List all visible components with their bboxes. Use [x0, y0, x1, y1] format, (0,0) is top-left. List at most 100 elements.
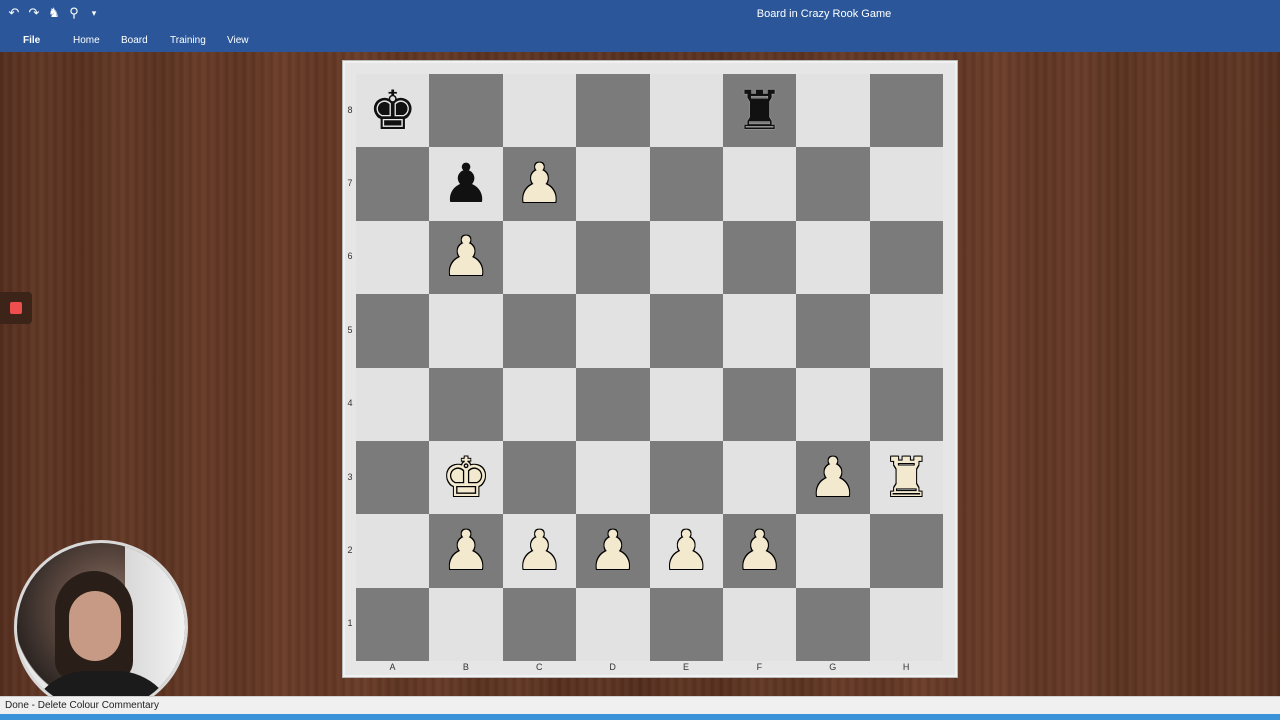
square-f1[interactable] [722, 587, 797, 661]
white-pawn-e2[interactable]: ♟ [662, 523, 710, 578]
square-e4[interactable] [649, 367, 723, 441]
webcam-person-face [69, 591, 121, 661]
square-h8[interactable] [869, 74, 943, 148]
white-pawn-g3[interactable]: ♟ [809, 450, 857, 505]
square-a7[interactable] [356, 147, 430, 221]
square-e8[interactable] [649, 74, 723, 148]
square-c2[interactable]: ♟ [502, 514, 577, 588]
ribbon-tabs: File Home Board Training View [0, 30, 1280, 52]
status-bar: Done - Delete Colour Commentary [0, 696, 1280, 715]
square-d7[interactable] [576, 147, 650, 221]
white-pawn-b6[interactable]: ♟ [442, 230, 490, 284]
tab-view[interactable]: View [227, 35, 249, 46]
square-a5[interactable] [356, 294, 430, 368]
white-king-b3[interactable]: ♚ [442, 450, 490, 505]
square-b5[interactable] [429, 294, 503, 368]
square-f7[interactable] [722, 147, 797, 221]
title-bar: ↶ ↷ ♞ ⚲ ▾ Board in Crazy Rook Game [0, 0, 1280, 30]
square-a3[interactable] [356, 440, 430, 515]
square-h1[interactable] [869, 587, 943, 661]
square-f5[interactable] [722, 294, 797, 368]
square-h5[interactable] [869, 294, 943, 368]
white-pawn-b2[interactable]: ♟ [442, 523, 490, 578]
square-a4[interactable] [356, 367, 430, 441]
square-c3[interactable] [502, 440, 577, 515]
white-rook-h3[interactable]: ♜ [882, 450, 930, 505]
square-g4[interactable] [796, 367, 870, 441]
black-pawn-b7[interactable]: ♟ [442, 157, 490, 211]
file-label-f: F [756, 662, 763, 672]
square-a6[interactable] [356, 220, 430, 295]
square-d5[interactable] [576, 294, 650, 368]
tab-file[interactable]: File [23, 35, 40, 46]
chess-board[interactable]: ♚ ♜ ♟ ♟ ♟ ♚ ♟ ♜ ♟ ♟ ♟ ♟ ♟ [356, 74, 943, 661]
square-h6[interactable] [869, 220, 943, 295]
square-c1[interactable] [502, 587, 577, 661]
webcam-overlay [14, 540, 188, 714]
square-b8[interactable] [429, 74, 503, 148]
tab-training[interactable]: Training [170, 35, 206, 46]
white-pawn-c7[interactable]: ♟ [515, 157, 563, 211]
square-h3[interactable]: ♜ [869, 440, 943, 515]
square-d8[interactable] [576, 74, 650, 148]
file-label-e: E [682, 662, 689, 672]
rank-label-1: 1 [347, 618, 353, 629]
square-g2[interactable] [796, 514, 870, 588]
square-e6[interactable] [649, 220, 723, 295]
square-b2[interactable]: ♟ [429, 514, 503, 588]
tab-home[interactable]: Home [73, 35, 100, 46]
square-f6[interactable] [722, 220, 797, 295]
white-pawn-d2[interactable]: ♟ [589, 523, 637, 578]
square-g7[interactable] [796, 147, 870, 221]
square-c4[interactable] [502, 367, 577, 441]
white-pawn-c2[interactable]: ♟ [515, 523, 563, 578]
square-b3[interactable]: ♚ [429, 440, 503, 515]
square-h7[interactable] [869, 147, 943, 221]
square-h2[interactable] [869, 514, 943, 588]
square-c8[interactable] [502, 74, 577, 148]
square-f4[interactable] [722, 367, 797, 441]
file-label-h: H [902, 662, 910, 672]
white-pawn-f2[interactable]: ♟ [735, 523, 783, 578]
square-e1[interactable] [649, 587, 723, 661]
square-b6[interactable]: ♟ [429, 220, 503, 295]
square-a1[interactable] [356, 587, 430, 661]
square-f8[interactable]: ♜ [722, 74, 797, 148]
square-f2[interactable]: ♟ [722, 514, 797, 588]
square-e7[interactable] [649, 147, 723, 221]
square-e5[interactable] [649, 294, 723, 368]
square-f3[interactable] [722, 440, 797, 515]
square-g8[interactable] [796, 74, 870, 148]
square-d1[interactable] [576, 587, 650, 661]
status-text: Done - Delete Colour Commentary [5, 700, 159, 711]
window-title: Board in Crazy Rook Game [756, 8, 892, 20]
square-a8[interactable]: ♚ [356, 74, 430, 148]
square-e3[interactable] [649, 440, 723, 515]
bottom-accent-bar [0, 714, 1280, 720]
file-label-b: B [462, 662, 469, 672]
tab-board[interactable]: Board [121, 35, 148, 46]
square-c5[interactable] [502, 294, 577, 368]
square-h4[interactable] [869, 367, 943, 441]
square-g6[interactable] [796, 220, 870, 295]
square-c7[interactable]: ♟ [502, 147, 577, 221]
rank-label-5: 5 [347, 324, 353, 335]
stop-recording-button[interactable] [0, 292, 32, 324]
square-c6[interactable] [502, 220, 577, 295]
square-g5[interactable] [796, 294, 870, 368]
square-g1[interactable] [796, 587, 870, 661]
square-d3[interactable] [576, 440, 650, 515]
square-d6[interactable] [576, 220, 650, 295]
square-e2[interactable]: ♟ [649, 514, 723, 588]
square-b7[interactable]: ♟ [429, 147, 503, 221]
square-b4[interactable] [429, 367, 503, 441]
square-a2[interactable] [356, 514, 430, 588]
square-g3[interactable]: ♟ [796, 440, 870, 515]
black-rook-f8[interactable]: ♜ [735, 83, 783, 138]
square-d2[interactable]: ♟ [576, 514, 650, 588]
file-label-d: D [609, 662, 616, 672]
square-d4[interactable] [576, 367, 650, 441]
black-king-a8[interactable]: ♚ [368, 83, 416, 138]
file-label-g: G [829, 662, 837, 672]
square-b1[interactable] [429, 587, 503, 661]
